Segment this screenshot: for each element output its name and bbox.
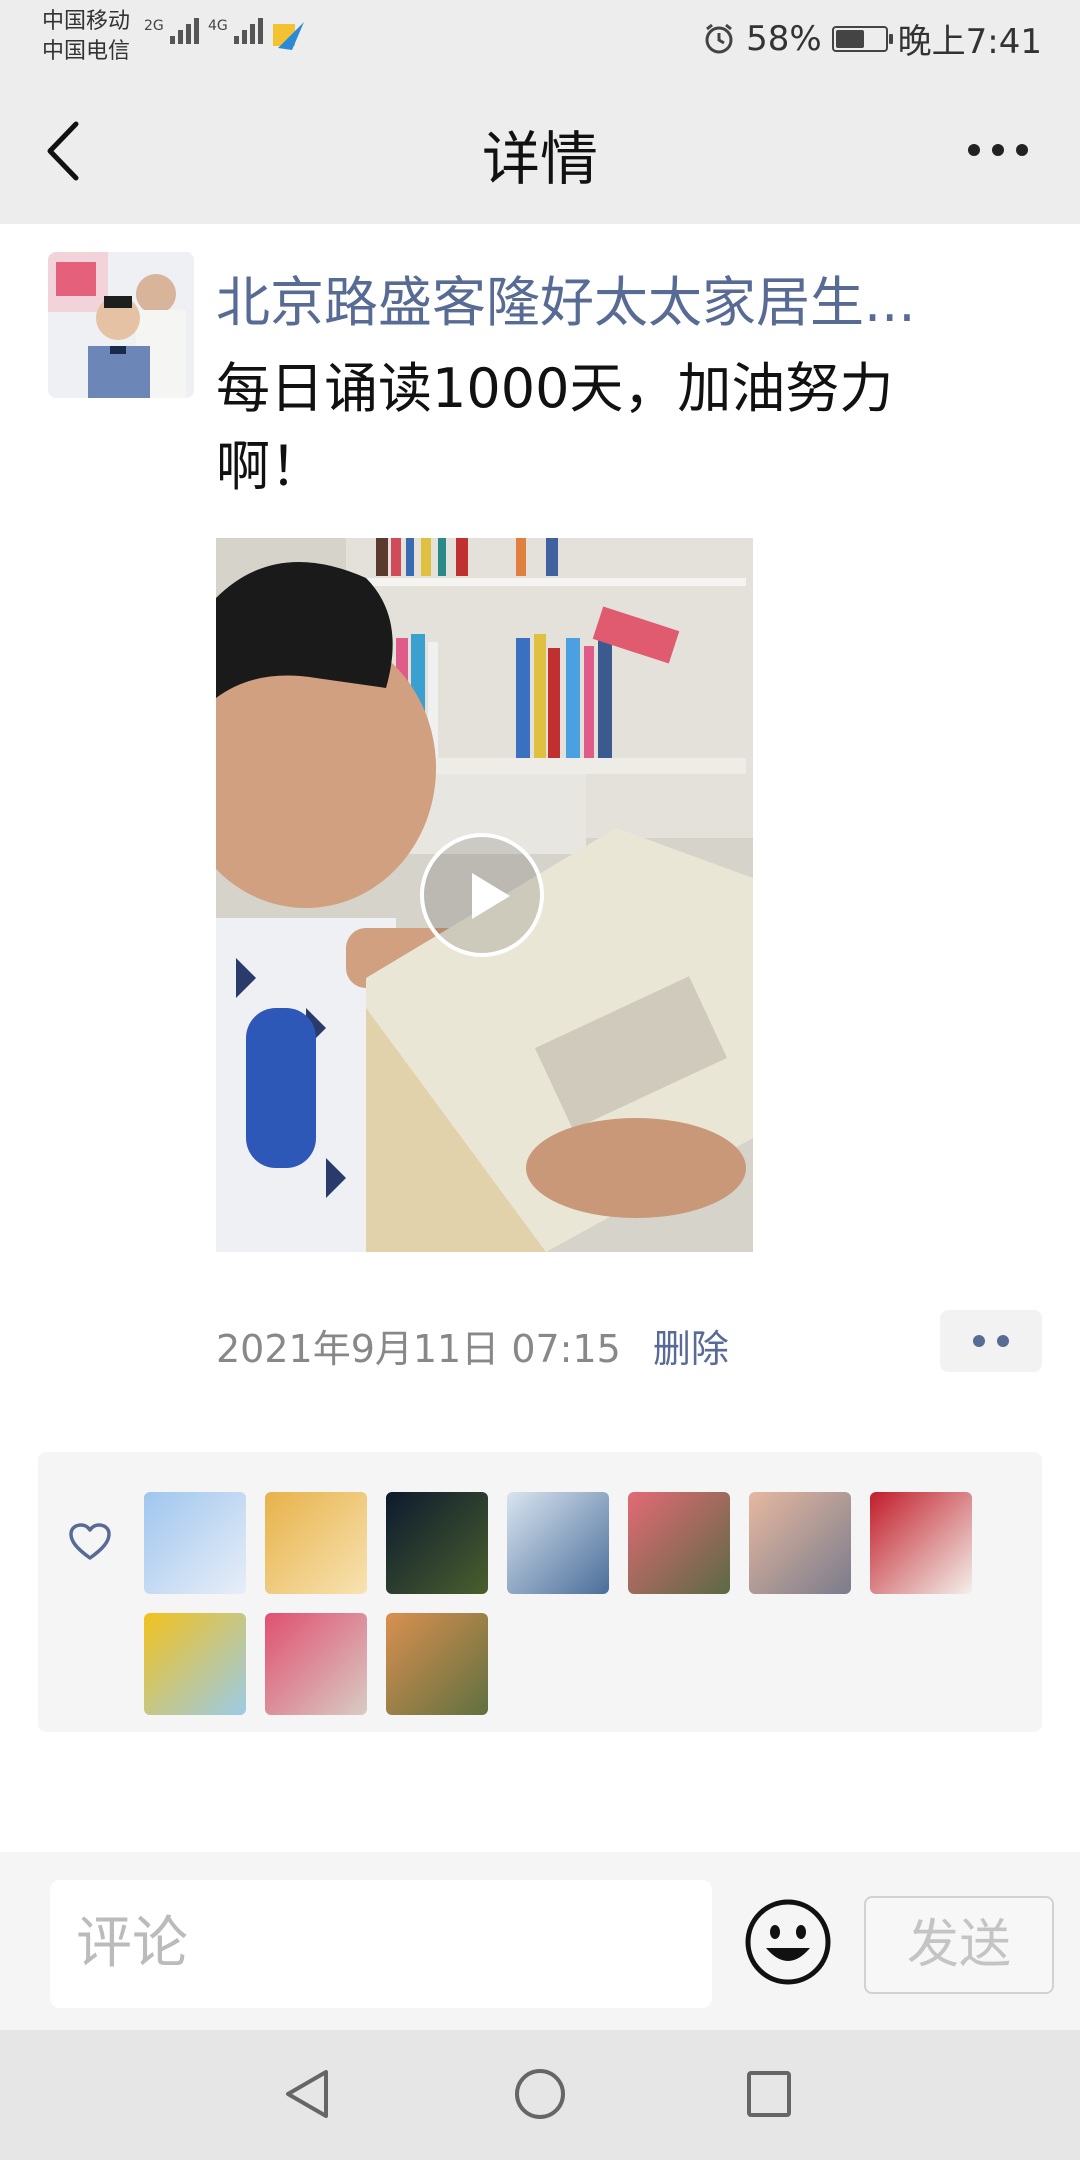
delete-link[interactable]: 删除 [653,1318,729,1373]
send-button[interactable]: 发送 [864,1896,1054,1994]
post-text: 每日诵读1000天，加油努力啊！ [216,357,894,498]
pink-flowers-avatar[interactable] [628,1492,730,1594]
nav-bar: 详情 [0,72,1080,224]
video-thumbnail[interactable] [216,538,753,1252]
post-meta: 2021年9月11日 07:15 删除 [216,1318,729,1373]
sunflower-girl-avatar[interactable] [265,1492,367,1594]
signal-icon-2: 4G [208,18,263,44]
app-notification-icon [273,22,304,50]
heart-icon [69,1523,111,1560]
status-right: 58% 晚上7:41 [702,14,1042,63]
cat-avatar[interactable] [386,1613,488,1715]
battery-percent: 58% [746,18,822,59]
man-flag-avatar[interactable] [507,1492,609,1594]
comment-like-menu-button[interactable] [940,1310,1042,1372]
clock: 晚上7:41 [897,22,1042,62]
night-lights-avatar[interactable] [386,1492,488,1594]
back-triangle-icon[interactable] [282,2066,332,2122]
recents-square-icon[interactable] [744,2066,794,2122]
carrier-label-1: 中国移动 [42,9,131,34]
red-bouquet-avatar[interactable] [870,1492,972,1594]
red-blossom-avatar[interactable] [265,1613,367,1715]
likes-panel [38,1452,1042,1732]
carrier-label-2: 中国电信 [42,39,131,64]
post-timestamp: 2021年9月11日 07:15 [216,1327,621,1371]
signal-icon-1: 2G [144,18,199,44]
author-avatar[interactable] [48,252,194,398]
page-title: 详情 [481,125,598,193]
sunset-towers-avatar[interactable] [749,1492,851,1594]
comment-bar: 评论 发送 [0,1852,1080,2030]
sunflower-avatar[interactable] [144,1613,246,1715]
alarm-icon [705,23,733,53]
comment-input[interactable]: 评论 [50,1880,712,2008]
more-options-icon[interactable] [968,144,1028,156]
status-bar: 中国移动 中国电信 2G 4G 58% 晚上7:41 [0,0,1080,72]
emoji-icon[interactable] [744,1898,832,1986]
home-circle-icon[interactable] [512,2066,568,2122]
post-author-name[interactable]: 北京路盛客隆好太太家居生... [216,258,1006,337]
network-type-2: 4G [208,18,228,34]
network-type-1: 2G [144,18,164,34]
battery-icon [831,25,893,52]
play-icon[interactable] [420,833,544,957]
system-nav-bar [0,2030,1080,2160]
whale-sky-avatar[interactable] [144,1492,246,1594]
